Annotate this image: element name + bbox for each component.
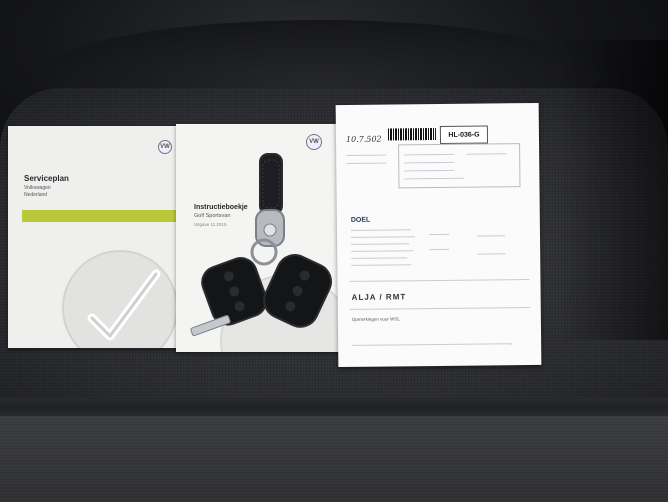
rule-line (477, 235, 506, 237)
rule-line (350, 229, 411, 231)
rule-line (351, 250, 414, 252)
seat-front (0, 416, 668, 502)
photo-scene: VW Serviceplan Volkswagen Nederland VW I… (0, 0, 668, 502)
rule-line (346, 154, 387, 156)
rule-line (352, 343, 513, 346)
booklet-subtitle: Volkswagen (24, 185, 51, 191)
rule-line (351, 257, 408, 259)
checkmark-icon (87, 269, 161, 341)
serviceplan-booklet: VW Serviceplan Volkswagen Nederland (8, 126, 183, 348)
rule-line (349, 279, 530, 282)
rule-line (351, 264, 412, 266)
service-sheet: 10.7.502 HL-036-G DOEL ALJA / RMT Opmerk… (335, 102, 542, 368)
notes-label: Opmerkingen voor WSL (351, 316, 400, 322)
booklet-subtitle: Nederland (24, 192, 48, 198)
vw-logo-icon: VW (306, 134, 322, 150)
vehicle-info-box (398, 143, 521, 189)
license-plate: HL-036-G (439, 125, 489, 144)
booklet-title: Serviceplan (24, 174, 69, 183)
checkbox-line (429, 248, 450, 251)
rule-line (477, 253, 506, 255)
shadow-right (558, 40, 668, 340)
rule-line (351, 243, 410, 245)
checkbox-line (428, 233, 449, 236)
rule-line (351, 236, 416, 238)
rule-line (346, 162, 387, 164)
accent-stripe (22, 210, 183, 222)
car-key-icon (190, 153, 332, 337)
seat-seam (0, 398, 668, 416)
section-heading: DOEL (350, 216, 371, 224)
stamp-text: ALJA / RMT (351, 292, 407, 302)
handwritten-number: 10.7.502 (345, 134, 382, 144)
barcode (387, 128, 437, 141)
rule-line (349, 307, 530, 310)
